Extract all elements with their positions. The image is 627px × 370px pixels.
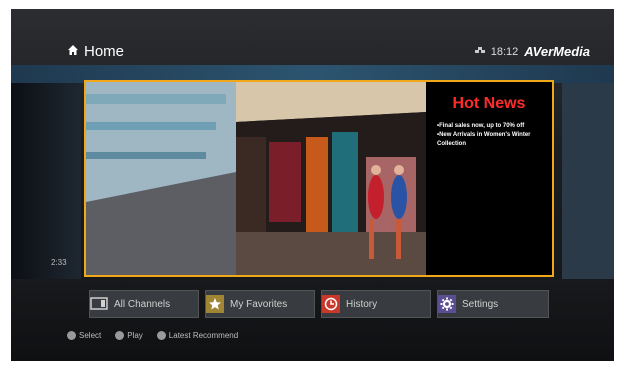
- my-favorites-button[interactable]: My Favorites: [205, 290, 315, 318]
- play-hint: Play: [115, 331, 143, 340]
- hot-news-panel: Hot News •Final sales now, up to 70% off…: [426, 82, 552, 275]
- next-card[interactable]: [562, 83, 614, 279]
- top-bar: Home 18:12 AVerMedia: [11, 9, 614, 63]
- hot-news-list: •Final sales now, up to 70% off •New Arr…: [437, 122, 545, 149]
- play-hint-label: Play: [127, 331, 143, 340]
- status-area: 18:12 AVerMedia: [474, 44, 590, 59]
- news-item: •New Arrivals in Women's Winter Collecti…: [437, 132, 531, 147]
- gear-icon: [438, 295, 456, 313]
- dpad-icon: [67, 331, 76, 340]
- tv-icon: [90, 295, 108, 313]
- history-button[interactable]: History: [321, 290, 431, 318]
- featured-card[interactable]: Hot News •Final sales now, up to 70% off…: [84, 80, 554, 277]
- select-hint: Select: [67, 331, 101, 340]
- hot-news-title: Hot News: [452, 95, 526, 112]
- settings-button[interactable]: Settings: [437, 290, 549, 318]
- network-icon: [474, 46, 485, 58]
- brand-logo: AVerMedia: [524, 44, 590, 59]
- select-hint-label: Select: [79, 331, 102, 340]
- settings-label: Settings: [462, 298, 499, 310]
- latest-recommend-label: Latest Recommend: [168, 331, 239, 340]
- my-favorites-label: My Favorites: [230, 298, 288, 310]
- tv-screen: Home 18:12 AVerMedia 2:33 Hot News •Fina…: [11, 9, 614, 361]
- all-channels-label: All Channels: [114, 298, 171, 310]
- page-title: Home: [84, 43, 125, 60]
- home-breadcrumb: Home: [67, 43, 124, 60]
- clock: 18:12: [490, 45, 519, 58]
- latest-recommend-hint: Latest Recommend: [156, 331, 239, 340]
- news-item: •Final sales now, up to 70% off: [437, 123, 525, 129]
- previous-card[interactable]: [11, 83, 81, 279]
- side-card-time: 2:33: [51, 258, 67, 267]
- history-icon: [322, 295, 340, 313]
- featured-image: [86, 82, 426, 275]
- history-label: History: [346, 298, 378, 310]
- ok-button-icon: [115, 331, 125, 340]
- back-icon: [156, 331, 166, 340]
- home-icon: [67, 43, 79, 60]
- all-channels-button[interactable]: All Channels: [89, 290, 199, 318]
- control-hints: Select Play Latest Recommend: [67, 331, 238, 340]
- star-icon: [206, 295, 224, 313]
